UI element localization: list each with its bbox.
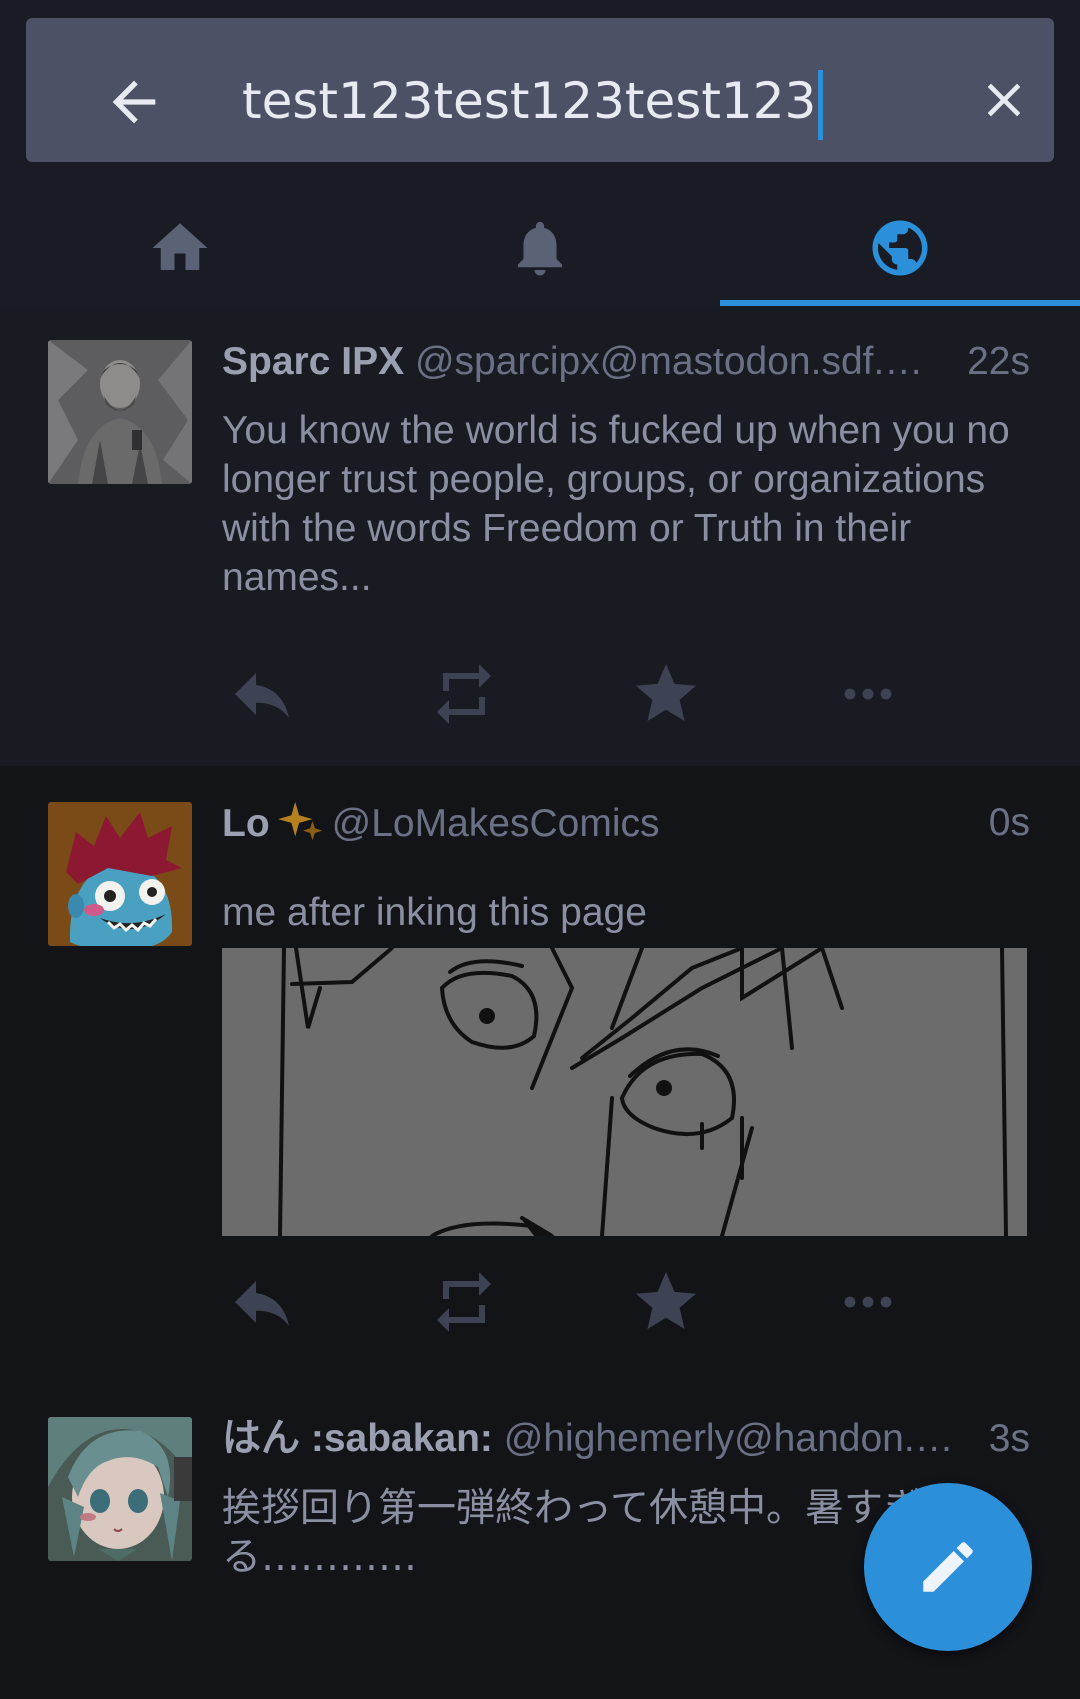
boost-icon <box>437 1272 491 1332</box>
favourite-icon <box>636 664 696 721</box>
pencil-icon <box>923 1542 973 1592</box>
more-icon <box>844 1296 892 1308</box>
text-caret <box>818 69 824 140</box>
close-icon[interactable] <box>976 72 1032 128</box>
sparkles-icon <box>277 801 322 841</box>
status-content: me after inking this page <box>222 891 647 934</box>
tab-notifications[interactable] <box>360 190 720 306</box>
globe-icon <box>872 220 928 276</box>
compose-button[interactable] <box>864 1483 1032 1651</box>
boost-icon <box>437 664 491 724</box>
reply-button[interactable] <box>222 1262 302 1342</box>
account-handle[interactable]: @highemerly@handon.… <box>504 1417 954 1460</box>
display-name[interactable]: Sparc IPX <box>222 340 404 383</box>
display-name[interactable]: Lo <box>222 802 270 845</box>
timestamp: 3s <box>982 1414 1030 1464</box>
search-bar: test123test123test123 <box>26 18 1054 162</box>
media-image <box>222 948 1027 1236</box>
tab-bar <box>0 190 1080 306</box>
favourite-icon <box>636 1272 696 1329</box>
status-actions <box>222 654 982 734</box>
boost-button[interactable] <box>424 1262 504 1342</box>
timestamp: 22s <box>961 337 1030 387</box>
avatar[interactable] <box>48 340 192 484</box>
status-item[interactable]: Lo @LoMakesComics 0s me after inking this… <box>0 766 1080 1381</box>
more-button[interactable] <box>828 654 908 734</box>
more-icon <box>844 688 892 700</box>
app: test123test123test123 Sparc IPX @sparcip… <box>0 0 1080 1699</box>
home-icon <box>152 223 208 270</box>
status-header: Sparc IPX @sparcipx@mastodon.sdf.… 22s <box>222 337 1030 387</box>
search-query: test123test123test123 <box>242 72 817 130</box>
media-attachment[interactable] <box>222 948 1027 1236</box>
bell-icon <box>518 221 562 276</box>
status-header: はん :sabakan: @highemerly@handon.… 3s <box>222 1414 1030 1464</box>
avatar[interactable] <box>48 802 192 946</box>
account-handle[interactable]: @LoMakesComics <box>332 802 660 845</box>
status-actions <box>222 1262 982 1342</box>
boost-button[interactable] <box>424 654 504 734</box>
top-bar: test123test123test123 <box>0 0 1080 306</box>
favourite-button[interactable] <box>626 654 706 734</box>
reply-icon <box>235 673 289 718</box>
tab-home[interactable] <box>0 190 360 306</box>
timestamp: 0s <box>982 798 1030 848</box>
tab-federated[interactable] <box>720 190 1080 306</box>
status-item[interactable]: Sparc IPX @sparcipx@mastodon.sdf.… 22s Y… <box>0 306 1080 766</box>
display-name[interactable]: はん :sabakan: <box>222 1417 493 1460</box>
more-button[interactable] <box>828 1262 908 1342</box>
reply-button[interactable] <box>222 654 302 734</box>
status-content: You know the world is fucked up when you… <box>222 409 1010 599</box>
account-handle[interactable]: @sparcipx@mastodon.sdf.… <box>415 340 923 383</box>
status-header: Lo @LoMakesComics 0s <box>222 798 1030 848</box>
reply-icon <box>235 1281 289 1326</box>
arrow-left-icon[interactable] <box>102 70 166 134</box>
favourite-button[interactable] <box>626 1262 706 1342</box>
search-input[interactable]: test123test123test123 <box>242 56 824 146</box>
avatar[interactable] <box>48 1417 192 1561</box>
